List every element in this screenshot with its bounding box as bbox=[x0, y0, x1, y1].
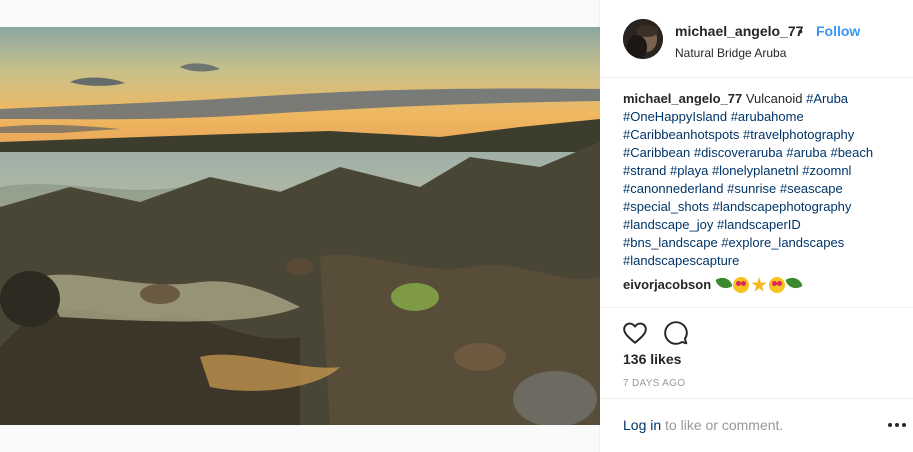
speech-bubble-icon[interactable] bbox=[663, 320, 689, 346]
comment-username[interactable]: eivorjacobson bbox=[623, 276, 711, 294]
hashtag-link[interactable]: #lonelyplanetnl bbox=[712, 163, 799, 178]
hashtag-link[interactable]: #Caribbeanhotspots bbox=[623, 127, 739, 142]
hashtag-link[interactable]: #OneHappyIsland bbox=[623, 109, 727, 124]
hashtag-link[interactable]: #explore_landscapes bbox=[721, 235, 844, 250]
hashtag-link[interactable]: #bns_landscape bbox=[623, 235, 718, 250]
hashtag-link[interactable]: #landscape_joy bbox=[623, 217, 713, 232]
leaf-emoji-icon bbox=[785, 274, 803, 292]
comment-item: eivorjacobson bbox=[623, 274, 895, 294]
post-photo[interactable] bbox=[0, 27, 600, 425]
caption-text: Vulcanoid bbox=[745, 91, 803, 106]
hashtag-link[interactable]: #beach bbox=[830, 145, 873, 160]
hashtag-link[interactable]: #discoveraruba bbox=[694, 145, 783, 160]
hashtag-link[interactable]: #special_shots bbox=[623, 199, 709, 214]
comments-list[interactable]: michael_angelo_77 Vulcanoid #Aruba #OneH… bbox=[623, 90, 895, 308]
hashtag-link[interactable]: #landscapescapture bbox=[623, 253, 739, 268]
username-link[interactable]: michael_angelo_77 bbox=[675, 23, 803, 39]
login-prompt-text: to like or comment. bbox=[661, 417, 784, 433]
hashtag-link[interactable]: #zoomnl bbox=[802, 163, 851, 178]
leaf-emoji-icon bbox=[715, 274, 733, 292]
hashtag-link[interactable]: #aruba bbox=[786, 145, 826, 160]
hashtag-link[interactable]: #arubahome bbox=[731, 109, 804, 124]
comment-emojis bbox=[715, 274, 803, 293]
photo-pane bbox=[0, 0, 600, 452]
caption-username[interactable]: michael_angelo_77 bbox=[623, 91, 742, 106]
caption: michael_angelo_77 Vulcanoid #Aruba #OneH… bbox=[623, 90, 895, 270]
post-sidebar: michael_angelo_77 • Follow Natural Bridg… bbox=[600, 0, 913, 452]
comment-footer: Log in to like or comment. bbox=[600, 398, 913, 452]
hashtag-link[interactable]: #canonnederland bbox=[623, 181, 723, 196]
hashtag-list: #Aruba #OneHappyIsland #arubahome #Carib… bbox=[623, 91, 873, 268]
more-options-icon[interactable] bbox=[887, 415, 907, 435]
login-link[interactable]: Log in bbox=[623, 417, 661, 433]
sparkle-emoji-icon bbox=[751, 277, 767, 292]
hashtag-link[interactable]: #landscapephotography bbox=[713, 199, 852, 214]
heart-eyes-emoji-icon bbox=[733, 277, 750, 293]
follow-button[interactable]: Follow bbox=[816, 23, 860, 39]
post-timestamp[interactable]: 7 DAYS AGO bbox=[623, 378, 685, 389]
hashtag-link[interactable]: #landscaperID bbox=[717, 217, 801, 232]
hashtag-link[interactable]: #seascape bbox=[780, 181, 843, 196]
hashtag-link[interactable]: #Aruba bbox=[806, 91, 848, 106]
avatar-photo-icon bbox=[623, 19, 663, 59]
hashtag-link[interactable]: #Caribbean bbox=[623, 145, 690, 160]
hashtag-link[interactable]: #sunrise bbox=[727, 181, 776, 196]
login-prompt: Log in to like or comment. bbox=[623, 417, 783, 433]
heart-outline-icon[interactable] bbox=[622, 320, 648, 346]
hashtag-link[interactable]: #strand bbox=[623, 163, 666, 178]
separator-dot: • bbox=[798, 23, 803, 39]
post-header: michael_angelo_77 • Follow Natural Bridg… bbox=[600, 0, 913, 78]
avatar[interactable] bbox=[623, 19, 663, 59]
location-link[interactable]: Natural Bridge Aruba bbox=[675, 46, 786, 60]
hashtag-link[interactable]: #playa bbox=[670, 163, 708, 178]
heart-eyes-emoji-icon bbox=[769, 277, 786, 293]
likes-count[interactable]: 136 likes bbox=[623, 351, 681, 367]
hashtag-link[interactable]: #travelphotography bbox=[743, 127, 854, 142]
seascape-photo-image bbox=[0, 27, 600, 425]
